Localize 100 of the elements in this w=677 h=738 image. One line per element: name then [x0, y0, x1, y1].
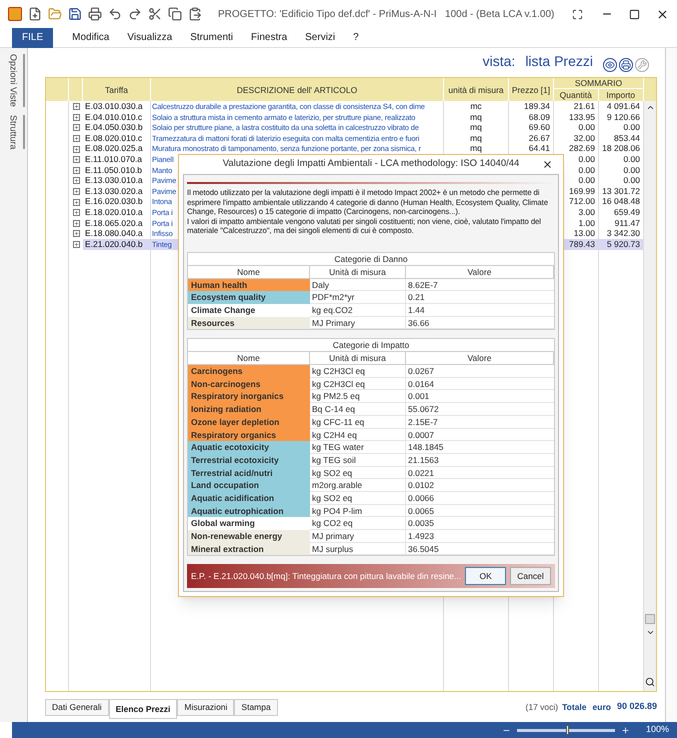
menu-item[interactable]: Servizi [296, 30, 344, 45]
category-name: Non-renewable energy [188, 530, 310, 543]
undo-icon[interactable] [108, 7, 122, 21]
value-cell-text: 0.0066 [407, 492, 435, 505]
tariff-code: E.08.020.025.a [83, 143, 151, 155]
menu-item[interactable]: Modifica [63, 30, 118, 45]
dialog-button[interactable]: Cancel [510, 567, 551, 586]
sheet-tab[interactable]: Elenco Prezzi [108, 699, 178, 719]
column-header: DESCRIZIONE dell' ARTICOLO [151, 78, 444, 102]
scrollbar[interactable] [644, 101, 656, 691]
fullscreen-icon[interactable] [572, 8, 583, 20]
column-header: Importo [605, 89, 636, 102]
column-header: Unità di misura [310, 352, 406, 366]
column-header: Valore [406, 266, 554, 279]
column-header: Valore [406, 352, 554, 366]
category-name: Resources [188, 316, 310, 330]
zoom-in-icon[interactable] [620, 726, 630, 734]
category-name: Ozone layer depletion [188, 416, 310, 429]
value-cell-text: 2.15E-7 [407, 416, 439, 429]
unit-cell: MJ Primary [310, 316, 406, 330]
side-tab[interactable]: Opzioni Viste [2, 54, 26, 107]
value-cell-text: 21.1563 [407, 454, 440, 467]
column-header: Prezzo [1] [509, 78, 554, 102]
file-menu[interactable]: FILE [12, 28, 54, 48]
close-icon[interactable] [542, 159, 553, 170]
expand-icon[interactable] [72, 156, 80, 164]
expand-icon[interactable] [72, 188, 80, 196]
expand-icon[interactable] [72, 146, 80, 153]
zoom-percent: 100% [646, 723, 669, 736]
value-cell-text: 0.0035 [407, 517, 435, 530]
sheet-tab[interactable]: Misurazioni [177, 698, 234, 716]
menu-item[interactable]: Visualizza [118, 30, 182, 45]
sheet-tab[interactable]: Dati Generali [45, 698, 109, 716]
expand-icon[interactable] [72, 241, 80, 248]
category-name: Respiratory organics [188, 428, 310, 442]
save-icon[interactable] [68, 7, 82, 21]
menu-item[interactable]: Strumenti [181, 30, 242, 45]
item-count: (17 voci) [526, 700, 558, 714]
search-icon[interactable] [645, 677, 655, 687]
unit-cell: kg TEG water [310, 441, 406, 454]
scroll-thumb[interactable] [645, 614, 655, 624]
category-name: Terrestrial ecotoxicity [188, 454, 310, 467]
unit-cell: MJ surplus [310, 542, 406, 556]
printer-icon[interactable] [619, 58, 633, 72]
open-folder-icon[interactable] [48, 7, 62, 21]
menu-item[interactable]: Finestra [242, 30, 296, 45]
unit-cell: kg eq.CO2 [310, 304, 406, 317]
paste-icon[interactable] [188, 7, 202, 21]
amount-cell: 5 920.73 [599, 238, 644, 250]
dialog-title: Valutazione degli Impatti Ambientali - LCA methodology: ISO 14040/44 [222, 157, 520, 172]
cut-icon[interactable] [148, 7, 162, 21]
value-cell-text: 0.0164 [407, 378, 435, 390]
category-name: Terrestrial acid/nutri [188, 466, 310, 480]
value-cell-text: 1.44 [407, 304, 426, 317]
side-tab[interactable]: Struttura [2, 114, 26, 150]
tariff-code: E.11.010.070.a [83, 154, 151, 166]
unit-cell: mc [444, 101, 509, 113]
unit-cell: kg PO4 P-lim [310, 504, 406, 518]
new-file-icon[interactable] [28, 7, 42, 21]
quantity-cell: 0.00 [554, 122, 599, 134]
printer-icon[interactable] [88, 7, 102, 21]
total-label: Totale [562, 700, 587, 714]
expand-icon[interactable] [72, 198, 80, 206]
maximize-icon[interactable] [629, 8, 640, 20]
category-name: Human health [188, 278, 310, 292]
scroll-down-icon[interactable] [646, 628, 654, 637]
unit-cell: MJ primary [310, 530, 406, 543]
category-name: Aquatic eutrophication [188, 504, 310, 518]
close-icon[interactable] [656, 8, 669, 20]
price-cell: 68.09 [509, 112, 554, 124]
category-name: Aquatic acidification [188, 492, 310, 505]
copy-icon[interactable] [168, 7, 182, 21]
column-header: Tariffa [83, 78, 151, 102]
scroll-up-icon[interactable] [646, 103, 654, 112]
zoom-thumb[interactable] [566, 724, 569, 734]
expand-icon[interactable] [72, 135, 80, 142]
expand-icon[interactable] [72, 220, 80, 227]
expand-icon[interactable] [72, 177, 80, 184]
tariff-code: E.21.020.040.b [83, 238, 151, 250]
sheet-tab[interactable]: Stampa [234, 698, 278, 716]
category-name: Ionizing radiation [188, 403, 310, 416]
menu-item[interactable]: ? [344, 30, 368, 45]
expand-icon[interactable] [72, 230, 80, 238]
expand-icon[interactable] [72, 209, 80, 216]
category-name: Non-carcinogens [188, 378, 310, 390]
category-name: Global warming [188, 517, 310, 530]
category-name: Land occupation [188, 479, 310, 492]
expand-icon[interactable] [72, 103, 80, 110]
dialog-button[interactable]: OK [465, 567, 506, 586]
expand-icon[interactable] [72, 124, 80, 132]
expand-icon[interactable] [72, 166, 80, 174]
value-cell-text: 1.4923 [407, 530, 435, 543]
category-name: Climate Change [188, 304, 310, 317]
unit-cell: Daly [310, 278, 406, 292]
value-cell-text: 0.001 [407, 390, 430, 404]
redo-icon[interactable] [128, 7, 142, 21]
expand-icon[interactable] [72, 114, 80, 121]
unit-cell: m2org.arable [310, 479, 406, 492]
view-icon[interactable] [603, 58, 617, 72]
value-cell-text: 0.0007 [407, 428, 435, 442]
